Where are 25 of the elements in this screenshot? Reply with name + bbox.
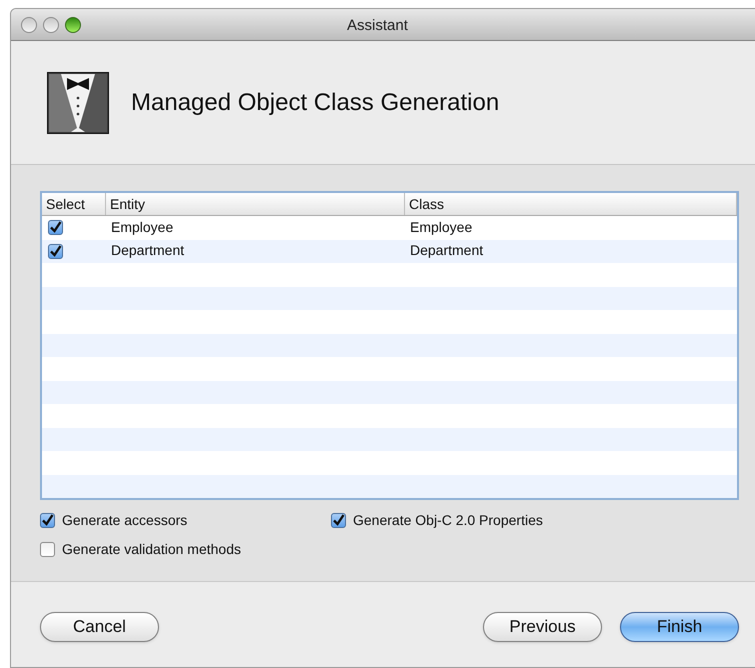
table-cell: Employee [111, 218, 174, 235]
checkbox-label[interactable]: Generate Obj-C 2.0 Properties [353, 510, 543, 531]
zoom-button[interactable] [65, 16, 81, 32]
minimize-button[interactable] [43, 16, 59, 32]
push-button[interactable]: Cancel [40, 612, 159, 642]
checkbox[interactable] [40, 542, 55, 557]
column-header[interactable]: Class [405, 193, 737, 215]
checkbox[interactable] [48, 244, 63, 259]
checkbox-label[interactable]: Generate accessors [62, 510, 188, 531]
tuxedo-icon [47, 72, 109, 134]
default-button[interactable]: Finish [620, 612, 739, 642]
table-cell: Department [111, 242, 184, 258]
checkbox-label[interactable]: Generate validation methods [62, 539, 241, 560]
push-button[interactable]: Previous [483, 612, 602, 642]
page-title: Managed Object Class Generation [131, 88, 500, 118]
table-cell: Employee [410, 218, 472, 235]
column-header[interactable]: Select [42, 193, 106, 215]
table-cell: Department [410, 242, 484, 258]
column-header[interactable]: Entity [106, 193, 405, 215]
close-button[interactable] [21, 16, 37, 32]
checkbox[interactable] [48, 220, 63, 236]
checkbox[interactable] [331, 513, 346, 528]
window-title: Assistant [347, 16, 408, 36]
checkbox[interactable] [40, 513, 55, 528]
table-row[interactable]: Department Department [42, 240, 737, 263]
